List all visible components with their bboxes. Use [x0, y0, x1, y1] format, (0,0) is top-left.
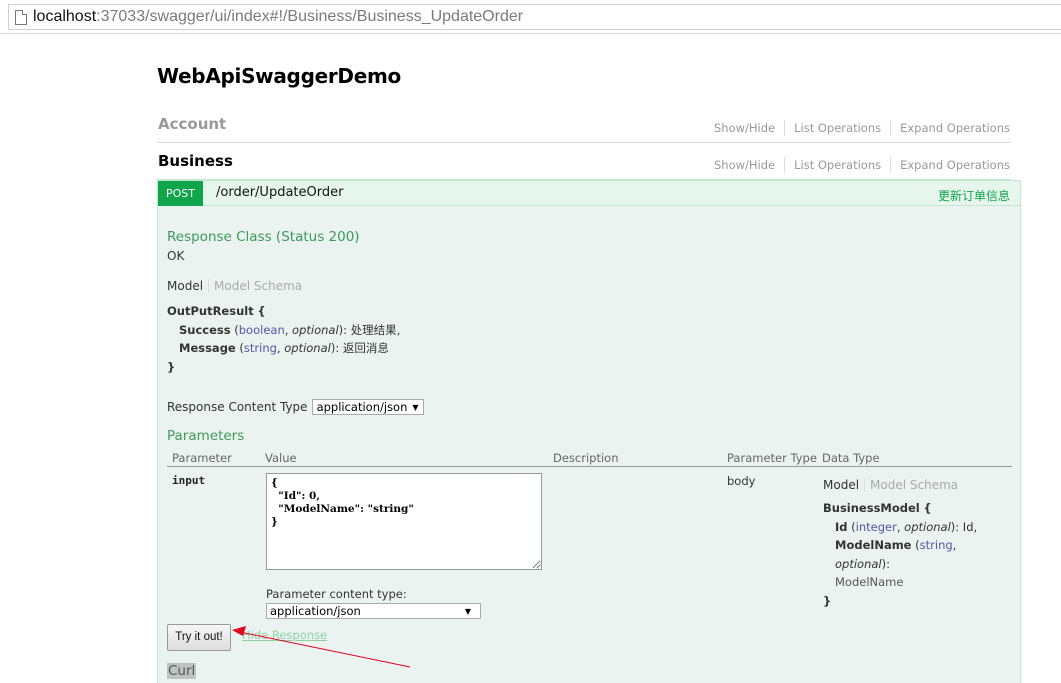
- browser-address-bar: localhost:37033/swagger/ui/index#!/Busin…: [0, 0, 1061, 34]
- property-description: 处理结果: [350, 322, 397, 337]
- property-name: Message: [179, 341, 236, 355]
- response-class-heading: Response Class (Status 200): [167, 229, 360, 245]
- column-header: Value: [265, 451, 297, 465]
- model-property: Id (integer, optional): Id,: [835, 519, 978, 534]
- property-suffix: ,: [396, 322, 401, 337]
- tab-model[interactable]: Model: [823, 478, 866, 492]
- response-content-type-row: Response Content Type application/json ▼: [167, 399, 424, 415]
- operation-update-order: POST /order/UpdateOrder 更新订单信息 Response …: [157, 180, 1021, 683]
- model-property: ModelName (string, optional):: [835, 538, 957, 571]
- column-header: Data Type: [822, 451, 880, 465]
- resource-business: Business Show/Hide List Operations Expan…: [157, 143, 1011, 180]
- brace-close: }: [823, 593, 832, 608]
- tab-model[interactable]: Model: [167, 279, 210, 293]
- api-title: WebApiSwaggerDemo: [157, 64, 401, 88]
- property-name: Success: [179, 322, 231, 337]
- resource-links: Show/Hide List Operations Expand Operati…: [705, 157, 1010, 173]
- show-hide-link[interactable]: Show/Hide: [705, 121, 784, 136]
- property-optional: optional: [292, 322, 339, 337]
- property-description: 返回消息: [342, 341, 389, 355]
- property-name: Id: [835, 519, 848, 534]
- property-type: boolean: [238, 322, 285, 337]
- parameter-content-type-label: Parameter content type:: [266, 587, 407, 601]
- list-operations-link[interactable]: List Operations: [785, 121, 890, 136]
- tab-model-schema[interactable]: Model Schema: [209, 279, 302, 293]
- property-optional: optional: [284, 341, 331, 355]
- property-optional: optional: [904, 519, 951, 534]
- resource-name[interactable]: Account: [158, 115, 226, 133]
- brace-open: {: [923, 501, 932, 515]
- column-header: Parameter: [172, 451, 232, 465]
- operation-summary[interactable]: 更新订单信息: [938, 187, 1010, 204]
- brace-close: }: [167, 359, 176, 374]
- try-it-out-button[interactable]: Try it out!: [167, 624, 231, 651]
- resource-name[interactable]: Business: [158, 152, 233, 170]
- dropdown-arrow-icon: ▼: [412, 402, 419, 412]
- url-path: :37033/swagger/ui/index#!/Business/Busin…: [96, 8, 524, 25]
- operation-heading[interactable]: POST /order/UpdateOrder 更新订单信息: [158, 181, 1020, 206]
- resource-account: Account Show/Hide List Operations Expand…: [157, 106, 1011, 143]
- parameters-heading: Parameters: [167, 428, 245, 444]
- expand-operations-link[interactable]: Expand Operations: [891, 158, 1010, 173]
- response-content-type-select[interactable]: application/json ▼: [311, 399, 424, 415]
- selected-value: application/json: [316, 400, 408, 414]
- property-suffix: ,: [973, 519, 978, 534]
- operation-path[interactable]: /order/UpdateOrder: [216, 185, 343, 200]
- response-model-tabs: Model Model Schema: [167, 279, 302, 293]
- dropdown-arrow-icon: ▼: [464, 606, 471, 616]
- response-content-type-label: Response Content Type: [167, 400, 308, 414]
- property-type: integer: [855, 519, 897, 534]
- brace-open: {: [257, 304, 266, 318]
- data-type-model-tabs: Model Model Schema: [823, 478, 958, 492]
- column-header: Parameter Type: [727, 451, 817, 465]
- parameter-name: input: [172, 474, 206, 487]
- property-name: ModelName: [835, 538, 912, 552]
- column-header: Description: [553, 451, 619, 465]
- model-property: Message (string, optional): 返回消息: [179, 341, 389, 355]
- url-host: localhost: [33, 8, 97, 25]
- resource-links: Show/Hide List Operations Expand Operati…: [705, 120, 1010, 136]
- http-method-badge[interactable]: POST: [158, 181, 203, 206]
- show-hide-link[interactable]: Show/Hide: [705, 158, 784, 173]
- tab-model-schema[interactable]: Model Schema: [865, 478, 958, 492]
- model-name: OutPutResult: [167, 304, 254, 318]
- property-type: string: [919, 538, 953, 552]
- parameters-table-header: Parameter Value Description Parameter Ty…: [167, 449, 1012, 467]
- property-type: string: [243, 341, 277, 355]
- model-name: BusinessModel: [823, 501, 920, 515]
- expand-operations-link[interactable]: Expand Operations: [891, 121, 1010, 136]
- data-type-model-signature: BusinessModel { Id (integer, optional): …: [823, 499, 1012, 610]
- property-optional: optional: [835, 556, 882, 571]
- hide-response-link[interactable]: Hide Response: [242, 628, 327, 642]
- parameter-content-type-select[interactable]: application/json ▼: [266, 603, 481, 619]
- selected-value: application/json: [270, 604, 361, 618]
- page-icon: [15, 9, 27, 25]
- curl-heading: Curl: [167, 663, 197, 679]
- property-description: Id: [962, 519, 974, 534]
- list-operations-link[interactable]: List Operations: [785, 158, 890, 173]
- response-class-value: OK: [167, 249, 185, 263]
- response-model-signature: OutPutResult { Success (boolean, optiona…: [167, 302, 400, 376]
- url-input[interactable]: localhost:37033/swagger/ui/index#!/Busin…: [8, 4, 1061, 30]
- model-property: Success (boolean, optional): 处理结果,: [179, 322, 401, 337]
- parameter-value-textarea[interactable]: [266, 473, 542, 570]
- parameter-type: body: [727, 474, 756, 488]
- property-description: ModelName: [835, 575, 904, 589]
